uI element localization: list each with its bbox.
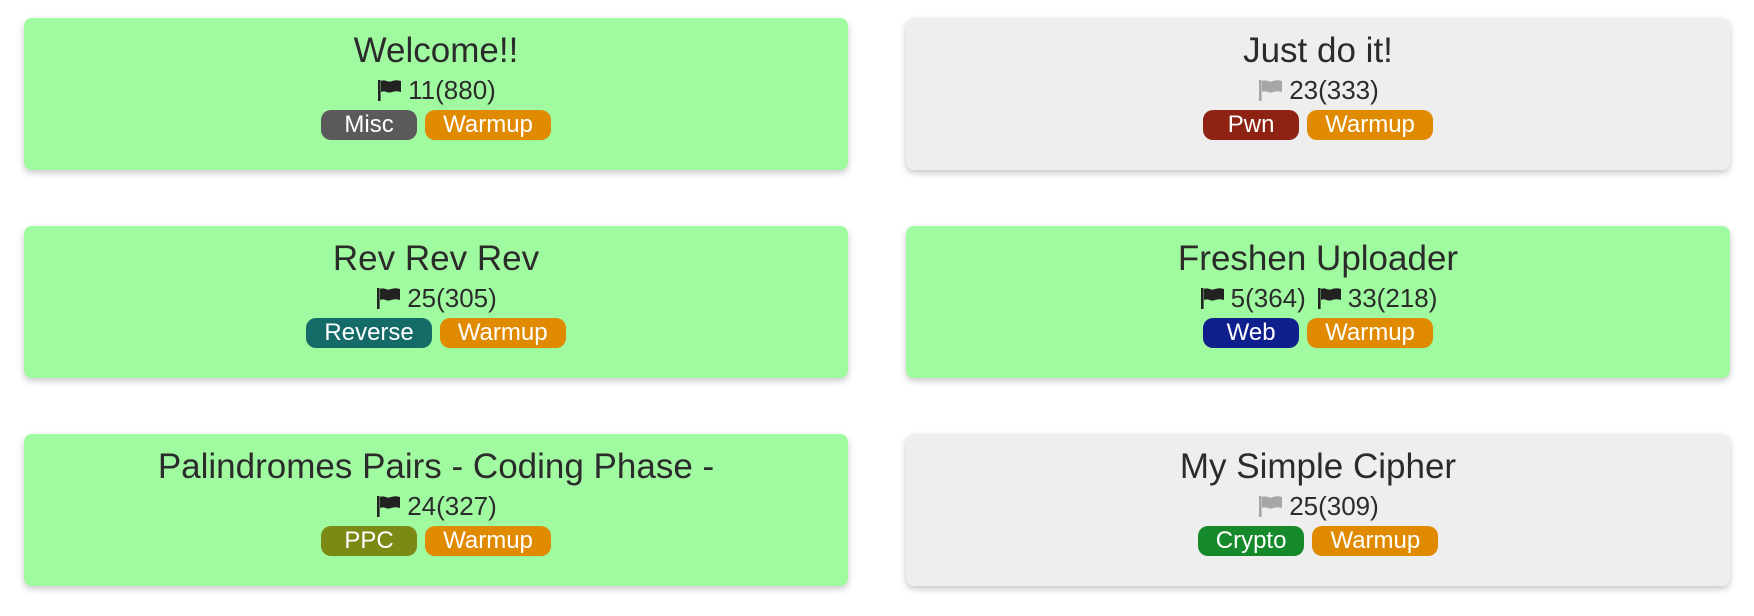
flag-icon [1257, 79, 1285, 101]
solve-count-text: 25(305) [407, 283, 497, 313]
solve-count: 24(327) [375, 490, 497, 522]
tag-warmup: Warmup [425, 110, 551, 140]
solve-count-text: 11(880) [408, 75, 496, 105]
flag-icon [1199, 287, 1227, 309]
tag-pwn: Pwn [1203, 110, 1300, 140]
challenge-card[interactable]: Palindromes Pairs - Coding Phase - 24(327… [24, 434, 848, 586]
challenge-card[interactable]: Rev Rev Rev 25(305) Reverse Warmup [24, 226, 848, 378]
tag-warmup: Warmup [425, 526, 551, 556]
tag-list: PPC Warmup [24, 526, 848, 556]
challenge-card[interactable]: My Simple Cipher 25(309) Crypto Warmup [906, 434, 1730, 586]
tag-reverse: Reverse [306, 318, 432, 348]
challenge-card[interactable]: Just do it! 23(333) Pwn Warmup [906, 18, 1730, 170]
tag-ppc: PPC [321, 526, 418, 556]
tag-list: Pwn Warmup [906, 110, 1730, 140]
tag-warmup: Warmup [1312, 526, 1439, 556]
solve-stats: 23(333) [906, 74, 1730, 106]
solve-count: 23(333) [1257, 74, 1379, 106]
tag-warmup: Warmup [1307, 110, 1433, 140]
challenge-title: Just do it! [1243, 31, 1393, 70]
solve-count-text: 24(327) [407, 491, 497, 521]
flag-icon [376, 79, 404, 101]
flag-icon [375, 287, 403, 309]
solve-count: 11(880) [376, 74, 496, 106]
challenge-card[interactable]: Welcome!! 11(880) Misc Warmup [24, 18, 848, 170]
flag-icon [1257, 495, 1285, 517]
solve-stats: 24(327) [24, 490, 848, 522]
tag-crypto: Crypto [1197, 526, 1305, 556]
solve-stats: 5(364) 33(218) [906, 282, 1730, 314]
solve-count: 25(309) [1257, 490, 1379, 522]
tag-warmup: Warmup [1307, 318, 1433, 348]
solve-stats: 25(305) [24, 282, 848, 314]
tag-warmup: Warmup [439, 318, 566, 348]
flag-icon [375, 495, 403, 517]
flag-icon [1316, 287, 1344, 309]
tag-misc: Misc [321, 110, 418, 140]
challenge-grid: Welcome!! 11(880) Misc Warmup Just do it! 23(… [0, 0, 1754, 616]
solve-count-text: 23(333) [1289, 75, 1379, 105]
challenge-card[interactable]: Freshen Uploader 5(364) 33(218) Web Warmup [906, 226, 1730, 378]
tag-list: Reverse Warmup [24, 318, 848, 348]
challenge-title: Palindromes Pairs - Coding Phase - [157, 447, 715, 486]
challenge-title: Welcome!! [353, 31, 519, 70]
solve-count: 25(305) [375, 282, 497, 314]
challenge-title: Rev Rev Rev [332, 239, 540, 278]
tag-list: Web Warmup [906, 318, 1730, 348]
tag-web: Web [1203, 318, 1300, 348]
solve-count-text: 5(364) [1230, 283, 1306, 313]
solve-count-text: 33(218) [1347, 283, 1438, 313]
tag-list: Crypto Warmup [906, 526, 1730, 556]
solve-count: 33(218) [1316, 282, 1438, 314]
challenge-title: My Simple Cipher [1179, 447, 1457, 486]
solve-count: 5(364) [1199, 282, 1306, 314]
challenge-title: Freshen Uploader [1177, 239, 1459, 278]
tag-list: Misc Warmup [24, 110, 848, 140]
solve-count-text: 25(309) [1289, 491, 1379, 521]
solve-stats: 25(309) [906, 490, 1730, 522]
solve-stats: 11(880) [24, 74, 848, 106]
